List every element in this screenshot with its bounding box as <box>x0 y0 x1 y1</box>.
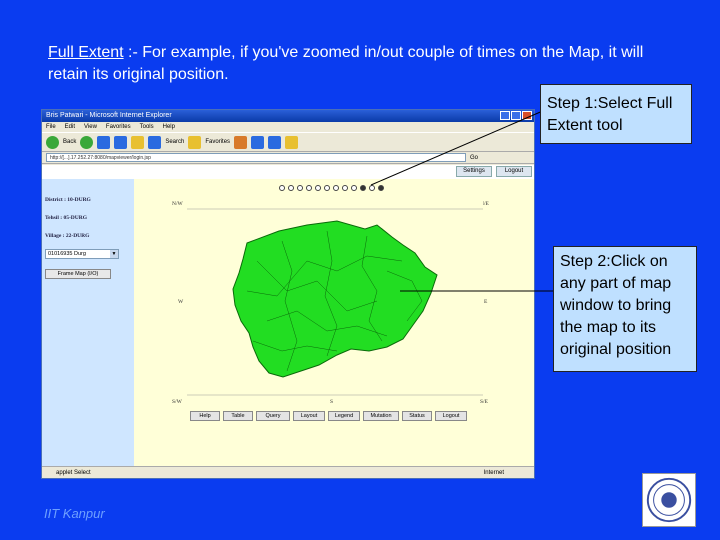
iit-kanpur-logo-icon <box>642 473 696 527</box>
step2-callout: Step 2:Click on any part of map window t… <box>553 246 697 372</box>
footer-text: IIT Kanpur <box>44 506 105 521</box>
slide: Full Extent :- For example, if you've zo… <box>0 0 720 540</box>
step1-callout: Step 1:Select Full Extent tool <box>540 84 692 144</box>
